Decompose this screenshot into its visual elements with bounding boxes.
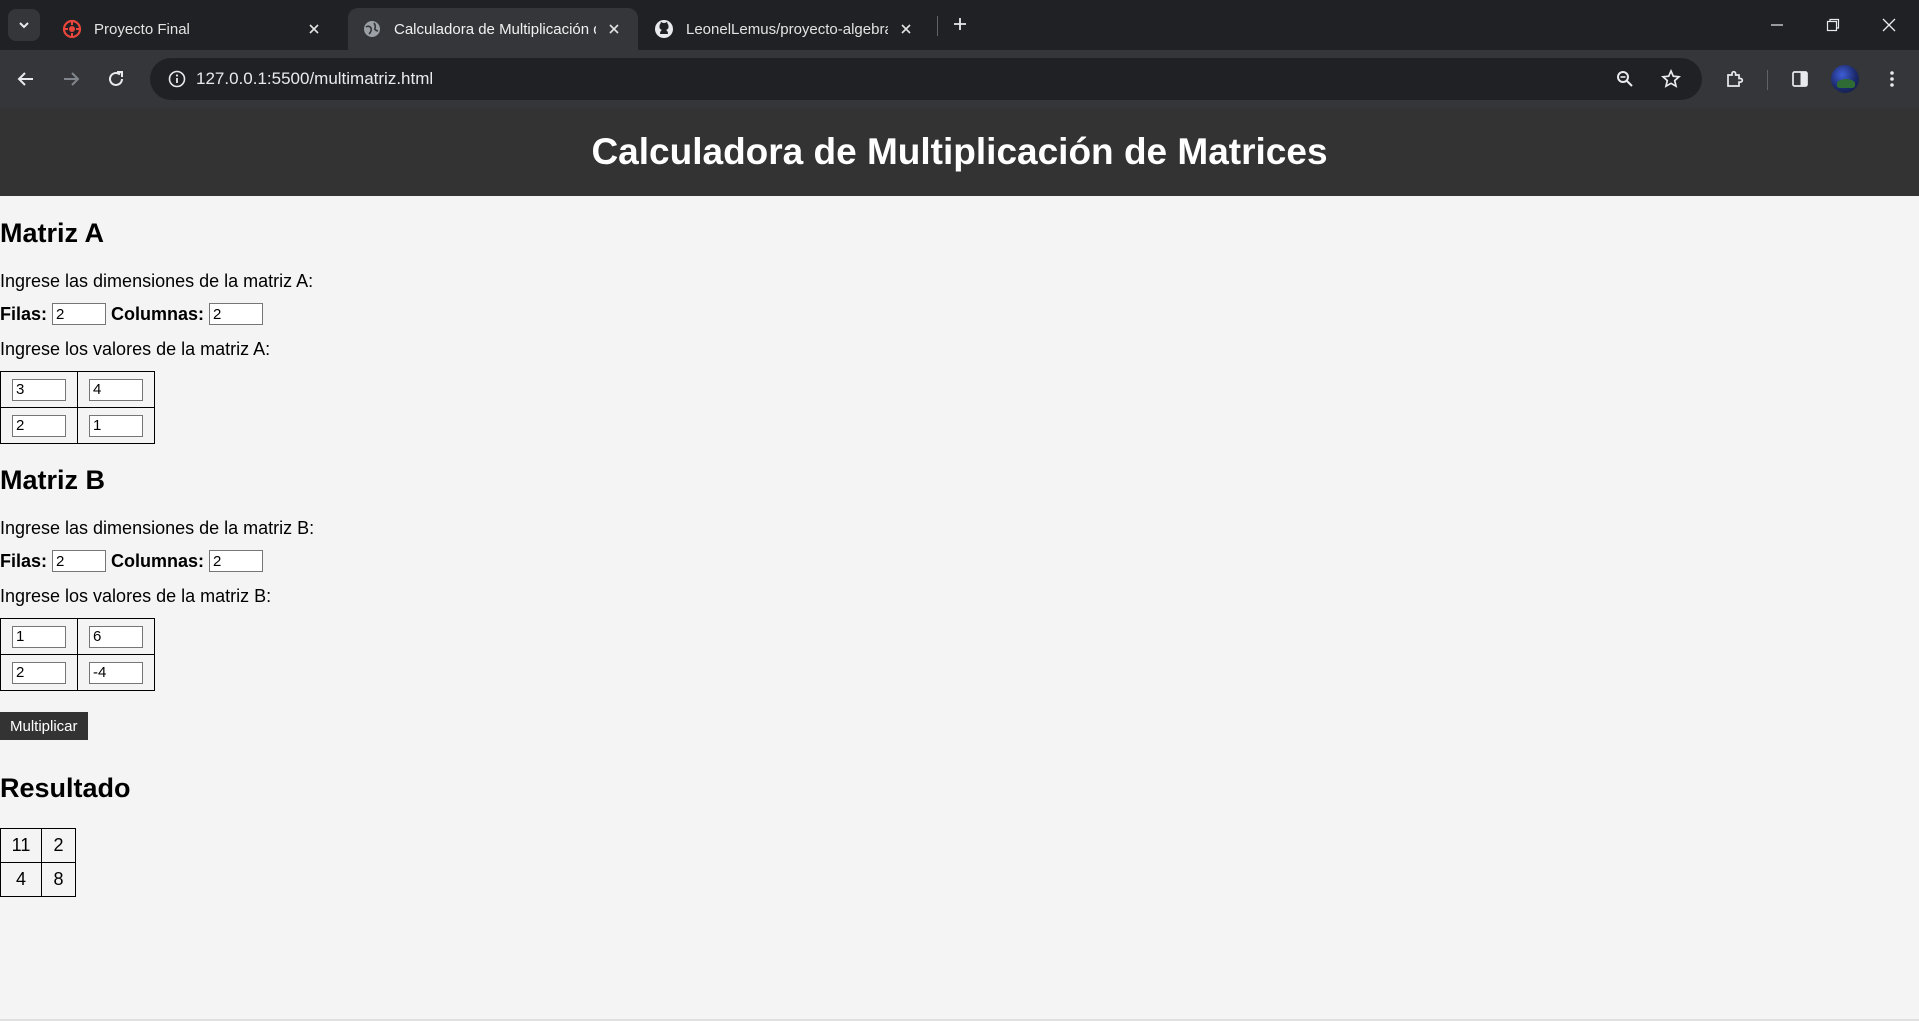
new-tab-button[interactable] bbox=[946, 10, 974, 38]
matrix-a-cell-input[interactable] bbox=[12, 414, 66, 437]
back-button[interactable] bbox=[9, 62, 43, 96]
result-title: Resultado bbox=[0, 773, 131, 803]
tab-title: LeonelLemus/proyecto-algebra bbox=[686, 20, 888, 38]
arrow-left-icon bbox=[17, 72, 33, 86]
matrix-b-cell-input[interactable] bbox=[12, 661, 66, 684]
forward-button[interactable] bbox=[54, 62, 88, 96]
extensions-button[interactable] bbox=[1718, 62, 1752, 96]
close-icon bbox=[1882, 18, 1896, 32]
page-header: Calculadora de Multiplicación de Matrice… bbox=[0, 108, 1919, 196]
puzzle-icon bbox=[1727, 70, 1744, 87]
side-panel-icon bbox=[1792, 71, 1808, 87]
matrix-a-title: Matriz A bbox=[0, 218, 105, 248]
side-panel-button[interactable] bbox=[1783, 62, 1817, 96]
matrix-cell bbox=[0, 407, 78, 444]
matrix-cell bbox=[0, 371, 78, 408]
matrix-cell bbox=[77, 654, 155, 691]
tab-title: Calculadora de Multiplicación de Matrice… bbox=[394, 20, 596, 38]
menu-button[interactable] bbox=[1875, 62, 1909, 96]
matrix-a-dims-row: Filas: Columnas: bbox=[0, 302, 268, 326]
globe-icon bbox=[362, 19, 382, 39]
info-icon[interactable] bbox=[160, 62, 194, 96]
url-text: 127.0.0.1:5500/multimatriz.html bbox=[196, 69, 434, 88]
close-window-button[interactable] bbox=[1861, 0, 1917, 50]
matrix-b-cell-input[interactable] bbox=[89, 625, 143, 648]
matrix-b-cols-input[interactable] bbox=[209, 550, 264, 572]
matrix-a-cell-input[interactable] bbox=[89, 414, 143, 437]
cols-label: Columnas: bbox=[111, 303, 205, 324]
tab-github[interactable]: LeonelLemus/proyecto-algebra bbox=[640, 8, 930, 50]
page-content: Calculadora de Multiplicación de Matrice… bbox=[0, 108, 1919, 1021]
matrix-cell bbox=[77, 618, 155, 655]
matrix-b-table bbox=[0, 618, 155, 691]
result-cell: 4 bbox=[0, 862, 42, 897]
close-icon[interactable] bbox=[604, 19, 624, 39]
table-row: 11 2 bbox=[0, 828, 76, 863]
minimize-button[interactable] bbox=[1749, 0, 1805, 50]
reload-icon bbox=[109, 71, 123, 86]
result-cell: 8 bbox=[41, 862, 76, 897]
matrix-b-dims-row: Filas: Columnas: bbox=[0, 549, 268, 573]
matrix-b-rows-input[interactable] bbox=[52, 550, 107, 572]
github-icon bbox=[654, 19, 674, 39]
tab-strip: Proyecto Final Calculadora de Multiplica… bbox=[0, 0, 1919, 50]
table-row: 4 8 bbox=[0, 862, 76, 897]
tab-proyecto-final[interactable]: Proyecto Final bbox=[48, 8, 338, 50]
tab-search-button[interactable] bbox=[8, 9, 40, 41]
result-table: 11 2 4 8 bbox=[0, 828, 76, 897]
matrix-cell bbox=[77, 407, 155, 444]
matrix-cell bbox=[0, 618, 78, 655]
matrix-b-values-prompt: Ingrese los valores de la matriz B: bbox=[0, 586, 272, 606]
reload-button[interactable] bbox=[99, 62, 133, 96]
matrix-a-cell-input[interactable] bbox=[12, 378, 66, 401]
matrix-a-table bbox=[0, 371, 155, 444]
table-row bbox=[0, 371, 155, 408]
red-globe-icon bbox=[62, 19, 82, 39]
result-cell: 11 bbox=[0, 828, 42, 863]
toolbar-separator bbox=[1767, 70, 1768, 90]
page-title: Calculadora de Multiplicación de Matrice… bbox=[591, 131, 1328, 172]
cols-label: Columnas: bbox=[111, 550, 205, 571]
matrix-b-cell-input[interactable] bbox=[12, 625, 66, 648]
star-icon[interactable] bbox=[1654, 62, 1688, 96]
address-bar[interactable]: 127.0.0.1:5500/multimatriz.html bbox=[150, 58, 1702, 100]
matrix-a-dims-prompt: Ingrese las dimensiones de la matriz A: bbox=[0, 271, 314, 291]
close-icon[interactable] bbox=[304, 19, 324, 39]
more-vert-icon bbox=[1890, 71, 1894, 87]
matrix-a-values-prompt: Ingrese los valores de la matriz A: bbox=[0, 339, 271, 359]
table-row bbox=[0, 407, 155, 444]
table-row bbox=[0, 654, 155, 691]
tab-separator bbox=[937, 16, 938, 36]
matrix-cell bbox=[77, 371, 155, 408]
matrix-a-cols-input[interactable] bbox=[209, 303, 264, 325]
arrow-right-icon bbox=[64, 72, 80, 86]
plus-icon bbox=[954, 18, 966, 30]
matrix-b-title: Matriz B bbox=[0, 465, 106, 495]
profile-avatar[interactable] bbox=[1831, 65, 1859, 93]
matrix-b-dims-prompt: Ingrese las dimensiones de la matriz B: bbox=[0, 518, 315, 538]
matrix-b-cell-input[interactable] bbox=[89, 661, 143, 684]
minimize-icon bbox=[1771, 24, 1783, 26]
matrix-a-cell-input[interactable] bbox=[89, 378, 143, 401]
tab-calculadora[interactable]: Calculadora de Multiplicación de Matrice… bbox=[348, 8, 638, 50]
close-icon[interactable] bbox=[896, 19, 916, 39]
browser-toolbar: 127.0.0.1:5500/multimatriz.html bbox=[0, 50, 1919, 108]
rows-label: Filas: bbox=[0, 550, 48, 571]
tab-title: Proyecto Final bbox=[94, 20, 190, 38]
matrix-cell bbox=[0, 654, 78, 691]
restore-icon bbox=[1826, 18, 1840, 32]
zoom-icon[interactable] bbox=[1608, 62, 1642, 96]
table-row bbox=[0, 618, 155, 655]
multiply-button[interactable]: Multiplicar bbox=[0, 712, 88, 740]
matrix-a-rows-input[interactable] bbox=[52, 303, 107, 325]
restore-button[interactable] bbox=[1805, 0, 1861, 50]
chevron-down-icon bbox=[19, 22, 29, 29]
result-cell: 2 bbox=[41, 828, 76, 863]
rows-label: Filas: bbox=[0, 303, 48, 324]
